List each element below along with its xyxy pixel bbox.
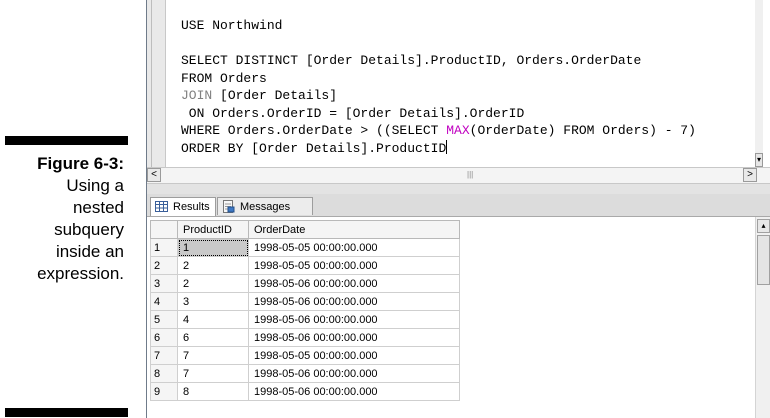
grid-icon — [155, 201, 168, 212]
query-window: USE Northwind SELECT DISTINCT [Order Deta… — [146, 0, 770, 418]
caption-rule-bottom — [5, 408, 128, 417]
productid-cell[interactable]: 8 — [177, 382, 249, 401]
row-number-cell[interactable]: 8 — [150, 364, 178, 383]
code-line: ON Orders.OrderID = [Order Details].Orde… — [181, 105, 525, 121]
pane-splitter[interactable] — [147, 184, 770, 194]
row-number-cell[interactable]: 4 — [150, 292, 178, 311]
code-line: ORDER BY [Order Details].ProductID — [181, 139, 448, 156]
orderdate-cell[interactable]: 1998-05-06 00:00:00.000 — [248, 328, 460, 347]
table-row[interactable]: 3 2 1998-05-06 00:00:00.000 — [150, 274, 460, 293]
caption-line: expression. — [37, 264, 124, 283]
table-row[interactable]: 2 2 1998-05-05 00:00:00.000 — [150, 256, 460, 275]
column-header-orderdate[interactable]: OrderDate — [248, 220, 460, 239]
scrollbar-thumb[interactable] — [757, 235, 770, 285]
results-tab-bar: Results Messages — [147, 194, 770, 217]
orderdate-cell[interactable]: 1998-05-06 00:00:00.000 — [248, 310, 460, 329]
productid-cell[interactable]: 3 — [177, 292, 249, 311]
caption-line: subquery — [54, 220, 124, 239]
tab-results-label: Results — [173, 201, 210, 213]
table-row[interactable]: 6 6 1998-05-06 00:00:00.000 — [150, 328, 460, 347]
scroll-left-icon[interactable]: < — [147, 168, 161, 182]
row-number-cell[interactable]: 5 — [150, 310, 178, 329]
orderdate-cell[interactable]: 1998-05-06 00:00:00.000 — [248, 292, 460, 311]
code-line: WHERE Orders.OrderDate > ((SELECT MAX(Or… — [181, 123, 696, 138]
results-grid[interactable]: ProductID OrderDate 1 1 1998-05-05 00:00:0… — [147, 217, 770, 418]
productid-cell[interactable]: 1 — [177, 238, 249, 257]
text-caret — [446, 139, 448, 154]
tab-messages[interactable]: Messages — [217, 197, 313, 215]
tab-messages-label: Messages — [240, 201, 291, 213]
orderdate-cell[interactable]: 1998-05-05 00:00:00.000 — [248, 238, 460, 257]
scroll-down-icon[interactable]: ▾ — [755, 153, 763, 167]
row-number-cell[interactable]: 7 — [150, 346, 178, 365]
row-number-cell[interactable]: 9 — [150, 382, 178, 401]
header-row: ProductID OrderDate — [150, 220, 460, 239]
tab-results[interactable]: Results — [150, 197, 216, 216]
messages-icon — [223, 200, 235, 213]
corner-header[interactable] — [150, 220, 178, 239]
table-row[interactable]: 7 7 1998-05-05 00:00:00.000 — [150, 346, 460, 365]
table-row[interactable]: 5 4 1998-05-06 00:00:00.000 — [150, 310, 460, 329]
code-line: SELECT DISTINCT [Order Details].ProductI… — [181, 53, 642, 68]
caption-line: Using a — [66, 176, 124, 195]
productid-cell[interactable]: 4 — [177, 310, 249, 329]
productid-cell[interactable]: 2 — [177, 256, 249, 275]
orderdate-cell[interactable]: 1998-05-06 00:00:00.000 — [248, 364, 460, 383]
productid-cell[interactable]: 6 — [177, 328, 249, 347]
orderdate-cell[interactable]: 1998-05-06 00:00:00.000 — [248, 274, 460, 293]
results-table[interactable]: ProductID OrderDate 1 1 1998-05-05 00:00:0… — [150, 220, 460, 401]
table-row[interactable]: 8 7 1998-05-06 00:00:00.000 — [150, 364, 460, 383]
row-number-cell[interactable]: 1 — [150, 238, 178, 257]
gutter-margin — [151, 0, 152, 167]
table-row[interactable]: 4 3 1998-05-06 00:00:00.000 — [150, 292, 460, 311]
caption-line: nested — [72, 198, 124, 217]
orderdate-cell[interactable]: 1998-05-05 00:00:00.000 — [248, 256, 460, 275]
caption-rule-top — [5, 136, 128, 145]
code-line: JOIN [Order Details] — [181, 88, 338, 103]
code-line: FROM Orders — [181, 70, 267, 86]
scrollbar-grip-icon[interactable]: ||| — [467, 171, 475, 179]
grid-vertical-scrollbar[interactable]: ▴ — [755, 217, 770, 418]
productid-cell[interactable]: 7 — [177, 364, 249, 383]
figure-label: Figure 6-3: — [37, 154, 124, 173]
orderdate-cell[interactable]: 1998-05-06 00:00:00.000 — [248, 382, 460, 401]
row-number-cell[interactable]: 2 — [150, 256, 178, 275]
editor-vertical-scrollbar[interactable]: ▾ — [755, 0, 763, 167]
caption-line: inside an — [55, 242, 124, 261]
code-line: USE Northwind — [181, 18, 283, 33]
row-number-cell[interactable]: 6 — [150, 328, 178, 347]
sql-editor[interactable]: USE Northwind SELECT DISTINCT [Order Deta… — [147, 0, 763, 167]
row-number-cell[interactable]: 3 — [150, 274, 178, 293]
orderdate-cell[interactable]: 1998-05-05 00:00:00.000 — [248, 346, 460, 365]
column-header-productid[interactable]: ProductID — [177, 220, 249, 239]
scroll-right-icon[interactable]: > — [743, 168, 757, 182]
table-row[interactable]: 9 8 1998-05-06 00:00:00.000 — [150, 382, 460, 401]
editor-horizontal-scrollbar[interactable]: < ||| > — [147, 167, 770, 184]
productid-cell[interactable]: 7 — [177, 346, 249, 365]
figure-caption: Figure 6-3: Using a nested subquery insi… — [0, 153, 124, 285]
sql-code[interactable]: USE Northwind SELECT DISTINCT [Order Deta… — [181, 17, 696, 157]
scroll-up-icon[interactable]: ▴ — [757, 219, 770, 233]
productid-cell[interactable]: 2 — [177, 274, 249, 293]
editor-gutter — [147, 0, 166, 167]
table-row[interactable]: 1 1 1998-05-05 00:00:00.000 — [150, 238, 460, 257]
